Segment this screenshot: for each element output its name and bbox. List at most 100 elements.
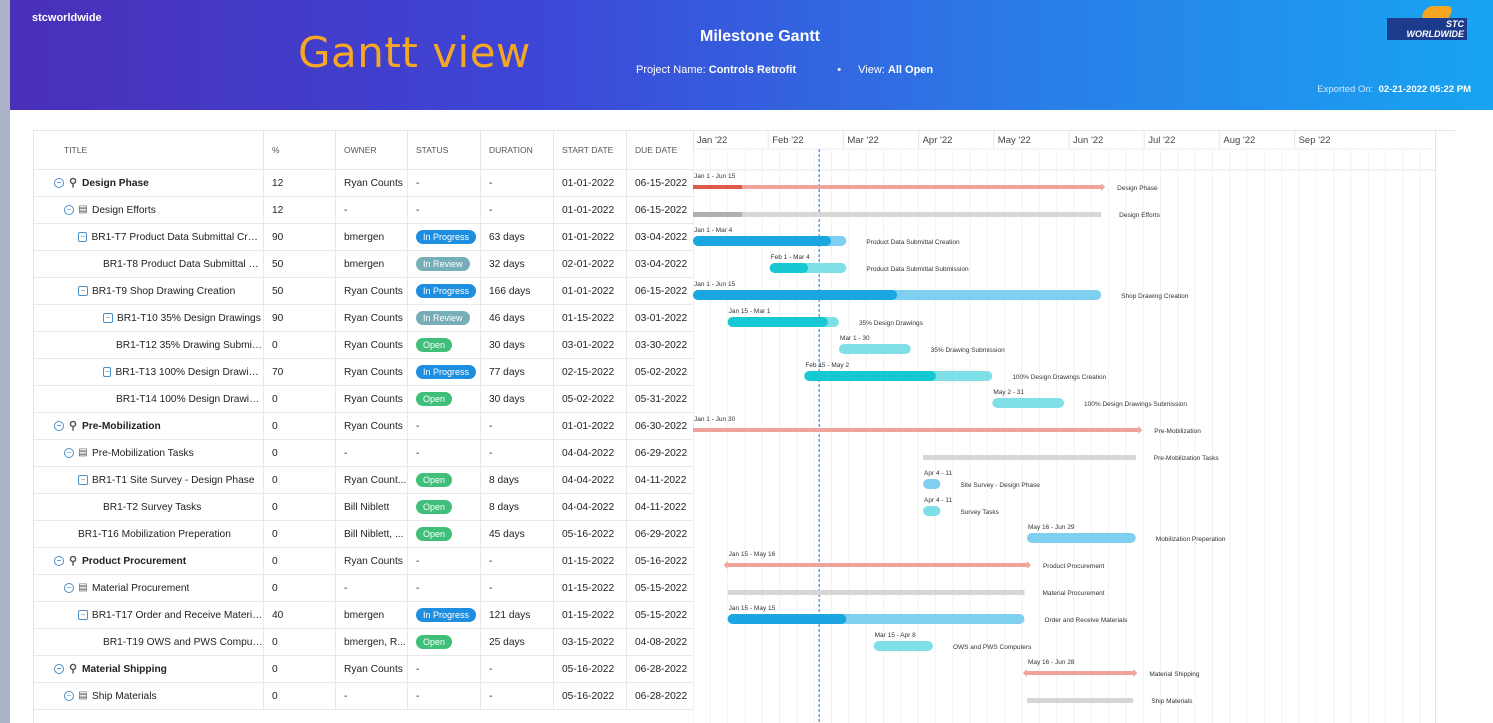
- table-row[interactable]: − BR1-T1 Site Survey - Design Phase 0 Ryan …: [34, 467, 694, 494]
- table-row[interactable]: − ⚲ Product Procurement 0 Ryan Counts - - 01-15…: [34, 548, 694, 575]
- table-row[interactable]: BR1-T16 Mobilization Preperation 0 Bill Ni…: [34, 521, 694, 548]
- task-title-cell[interactable]: − BR1-T1 Site Survey - Design Phase: [34, 467, 264, 493]
- table-row[interactable]: − ▤ Design Efforts 12 - - - 01-01-2022 06-15-202…: [34, 197, 694, 224]
- task-title-cell[interactable]: BR1-T14 100% Design Drawings S...: [34, 386, 264, 412]
- status-badge[interactable]: Open: [416, 338, 453, 352]
- bar-date-range-label: Jan 1 - Jun 30: [694, 416, 736, 423]
- table-row[interactable]: − ▤ Pre-Mobilization Tasks 0 - - - 04-04-2022 06…: [34, 440, 694, 467]
- column-header-start-date[interactable]: START DATE: [554, 131, 627, 169]
- status-badge[interactable]: In Review: [416, 257, 470, 271]
- due-date-cell-text: 05-15-2022: [635, 609, 688, 621]
- task-title-cell[interactable]: BR1-T16 Mobilization Preperation: [34, 521, 264, 547]
- subtask-toggle-icon[interactable]: −: [78, 286, 88, 296]
- task-title-cell[interactable]: − BR1-T10 35% Design Drawings: [34, 305, 264, 331]
- owner-cell-text: Ryan Counts: [344, 285, 403, 297]
- duration-cell: 77 days: [481, 359, 554, 385]
- subtask-toggle-icon[interactable]: −: [78, 610, 88, 620]
- status-cell: -: [408, 197, 481, 223]
- duration-cell: -: [481, 440, 554, 466]
- collapse-toggle-icon[interactable]: −: [54, 664, 64, 674]
- start-date-cell: 05-02-2022: [554, 386, 627, 412]
- task-title-cell[interactable]: − ▤ Material Procurement: [34, 575, 264, 601]
- subtask-toggle-icon[interactable]: −: [103, 313, 113, 323]
- owner-cell: Ryan Counts: [336, 548, 408, 574]
- table-row[interactable]: BR1-T2 Survey Tasks 0 Bill Niblett Open 8 da…: [34, 494, 694, 521]
- task-title-cell[interactable]: − ⚲ Pre-Mobilization: [34, 413, 264, 439]
- table-row[interactable]: − BR1-T9 Shop Drawing Creation 50 Ryan Coun…: [34, 278, 694, 305]
- table-row[interactable]: BR1-T19 OWS and PWS Computers 0 bmergen, R…: [34, 629, 694, 656]
- start-date-cell: 05-16-2022: [554, 521, 627, 547]
- subtask-toggle-icon[interactable]: −: [78, 232, 88, 242]
- table-row[interactable]: − BR1-T17 Order and Receive Materials 40 bm…: [34, 602, 694, 629]
- table-row[interactable]: BR1-T8 Product Data Submittal Submi... 50…: [34, 251, 694, 278]
- status-badge[interactable]: In Progress: [416, 608, 477, 622]
- collapse-toggle-icon[interactable]: −: [64, 205, 74, 215]
- table-row[interactable]: BR1-T12 35% Drawing Submission 0 Ryan Coun…: [34, 332, 694, 359]
- percent-cell: 0: [264, 548, 336, 574]
- phase-icon: ⚲: [68, 663, 78, 675]
- subtask-toggle-icon[interactable]: −: [103, 367, 112, 377]
- task-title-cell[interactable]: − ⚲ Material Shipping: [34, 656, 264, 682]
- table-row[interactable]: − BR1-T7 Product Data Submittal Creation 9…: [34, 224, 694, 251]
- due-date-cell-text: 05-16-2022: [635, 555, 688, 567]
- group-bar: [693, 212, 1102, 217]
- task-title: BR1-T19 OWS and PWS Computers: [103, 636, 263, 648]
- percent-cell-text: 0: [272, 582, 278, 594]
- duration-cell: 30 days: [481, 386, 554, 412]
- status-badge[interactable]: Open: [416, 473, 453, 487]
- collapse-toggle-icon[interactable]: −: [54, 556, 64, 566]
- subtask-toggle-icon[interactable]: −: [78, 475, 88, 485]
- task-title-cell[interactable]: − ⚲ Design Phase: [34, 170, 264, 196]
- table-row[interactable]: − ⚲ Material Shipping 0 Ryan Counts - - 05-16-2…: [34, 656, 694, 683]
- task-title-cell[interactable]: BR1-T12 35% Drawing Submission: [34, 332, 264, 358]
- task-title-cell[interactable]: − BR1-T17 Order and Receive Materials: [34, 602, 264, 628]
- task-title-cell[interactable]: − ⚲ Product Procurement: [34, 548, 264, 574]
- collapse-toggle-icon[interactable]: −: [64, 691, 74, 701]
- collapse-toggle-icon[interactable]: −: [64, 448, 74, 458]
- percent-cell-text: 0: [272, 501, 278, 513]
- status-badge[interactable]: In Progress: [416, 284, 477, 298]
- due-date-cell-text: 06-29-2022: [635, 447, 688, 459]
- bar-date-range-label: Feb 15 - May 2: [805, 362, 849, 369]
- column-header-percent[interactable]: %: [264, 131, 336, 169]
- percent-cell-text: 0: [272, 393, 278, 405]
- task-title-cell[interactable]: BR1-T19 OWS and PWS Computers: [34, 629, 264, 655]
- table-row[interactable]: − ⚲ Design Phase 12 Ryan Counts - - 01-01-2022 0…: [34, 170, 694, 197]
- duration-cell-text: -: [489, 177, 493, 189]
- table-row[interactable]: −BR1-T13 100% Design Drawings Crea... 70 R…: [34, 359, 694, 386]
- collapse-toggle-icon[interactable]: −: [64, 583, 74, 593]
- task-title-cell[interactable]: BR1-T8 Product Data Submittal Submi...: [34, 251, 264, 277]
- task-title: Design Phase: [82, 177, 149, 189]
- status-badge[interactable]: Open: [416, 527, 453, 541]
- task-title-cell[interactable]: − ▤ Pre-Mobilization Tasks: [34, 440, 264, 466]
- status-badge[interactable]: In Review: [416, 311, 470, 325]
- status-badge[interactable]: Open: [416, 392, 453, 406]
- task-title-cell[interactable]: BR1-T2 Survey Tasks: [34, 494, 264, 520]
- task-bar-label: 100% Design Drawings Creation: [1012, 374, 1106, 381]
- collapse-toggle-icon[interactable]: −: [54, 178, 64, 188]
- column-header-due-date[interactable]: DUE DATE: [627, 131, 694, 169]
- table-row[interactable]: − BR1-T10 35% Design Drawings 90 Ryan Count…: [34, 305, 694, 332]
- table-row[interactable]: BR1-T14 100% Design Drawings S... 0 Ryan C…: [34, 386, 694, 413]
- table-row[interactable]: − ⚲ Pre-Mobilization 0 Ryan Counts - - 01-01-20…: [34, 413, 694, 440]
- task-title-cell[interactable]: −BR1-T13 100% Design Drawings Crea...: [34, 359, 264, 385]
- due-date-cell: 06-28-2022: [627, 656, 694, 682]
- status-badge[interactable]: Open: [416, 500, 453, 514]
- month-label: Apr '22: [923, 135, 953, 146]
- table-row[interactable]: − ▤ Material Procurement 0 - - - 01-15-2022 05-1…: [34, 575, 694, 602]
- task-title-cell[interactable]: − BR1-T9 Shop Drawing Creation: [34, 278, 264, 304]
- collapse-toggle-icon[interactable]: −: [54, 421, 64, 431]
- column-header-status[interactable]: STATUS: [408, 131, 481, 169]
- column-header-duration[interactable]: DURATION: [481, 131, 554, 169]
- status-badge[interactable]: In Progress: [416, 230, 477, 244]
- task-title-cell[interactable]: − BR1-T7 Product Data Submittal Creation: [34, 224, 264, 250]
- table-row[interactable]: − ▤ Ship Materials 0 - - - 05-16-2022 06-28-2022: [34, 683, 694, 710]
- start-date-cell: 03-01-2022: [554, 332, 627, 358]
- status-badge[interactable]: Open: [416, 635, 453, 649]
- task-title-cell[interactable]: − ▤ Design Efforts: [34, 197, 264, 223]
- column-header-title[interactable]: TITLE: [34, 131, 264, 169]
- phase-bar: [1026, 671, 1134, 675]
- column-header-owner[interactable]: OWNER: [336, 131, 408, 169]
- status-badge[interactable]: In Progress: [416, 365, 477, 379]
- task-title-cell[interactable]: − ▤ Ship Materials: [34, 683, 264, 709]
